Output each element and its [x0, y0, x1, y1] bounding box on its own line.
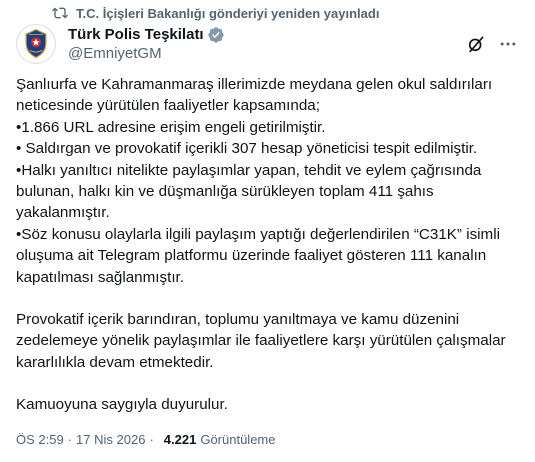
- post-line: •Halkı yanıltıcı nitelikte paylaşımlar y…: [16, 161, 482, 179]
- avatar[interactable]: [16, 24, 56, 64]
- post-line: kapatılması sağlanmıştır.: [16, 268, 184, 286]
- post-line: yakalanmıştır.: [16, 204, 110, 222]
- post-time[interactable]: ÖS 2:59: [16, 432, 64, 447]
- repost-indicator[interactable]: T.C. İçişleri Bakanlığı gönderiyi yenide…: [52, 4, 379, 22]
- post-line: •Söz konusu olaylarla ilgili paylaşım ya…: [16, 225, 500, 243]
- verified-badge-icon[interactable]: [207, 26, 225, 44]
- post-date[interactable]: 17 Nis 2026: [76, 432, 145, 447]
- post-actions: [465, 33, 519, 55]
- repost-text: T.C. İçişleri Bakanlığı gönderiyi yenide…: [76, 5, 380, 21]
- post-line: Kamuoyuna saygıyla duyurulur.: [16, 396, 228, 414]
- more-icon[interactable]: [497, 33, 519, 55]
- author-block: Türk Polis Teşkilatı @EmniyetGM: [68, 25, 225, 63]
- repost-icon: [52, 5, 68, 21]
- meta-separator: ·: [149, 432, 154, 447]
- author-display-name[interactable]: Türk Polis Teşkilatı: [68, 25, 204, 44]
- grok-icon[interactable]: [465, 33, 487, 55]
- post-line: •1.866 URL adresine erişim engeli getiri…: [16, 118, 326, 136]
- police-emblem-logo: [25, 28, 47, 59]
- views-label: Görüntüleme: [200, 432, 276, 447]
- post-line: Provokatif içerik barındıran, toplumu ya…: [16, 311, 460, 329]
- meta-separator: ·: [67, 432, 73, 447]
- post-line: • Saldırgan ve provokatif içerikli 307 h…: [16, 140, 478, 158]
- views-count: 4.221: [163, 432, 197, 447]
- post-line: kararlılıkla devam etmektedir.: [16, 353, 214, 371]
- post-line: neticesinde yürütülen faaliyetler kapsam…: [16, 97, 320, 115]
- post-text: Şanlıurfa ve Kahramanmaraş illerimizde m…: [16, 74, 526, 416]
- post-line: zedelemeye yönelik paylaşımlar ile faali…: [16, 332, 506, 350]
- post-meta: ÖS 2:59 · 17 Nis 2026 · 4.221 Görüntülem…: [16, 432, 275, 447]
- post-line: Şanlıurfa ve Kahramanmaraş illerimizde m…: [16, 76, 493, 93]
- post-line: oluşuma ait Telegram platformu üzerinde …: [16, 247, 487, 265]
- post-line: bulunan, halkı kin ve düşmanlığa sürükle…: [16, 183, 434, 201]
- author-handle[interactable]: @EmniyetGM: [68, 44, 225, 63]
- post-header: Türk Polis Teşkilatı @EmniyetGM: [16, 24, 519, 64]
